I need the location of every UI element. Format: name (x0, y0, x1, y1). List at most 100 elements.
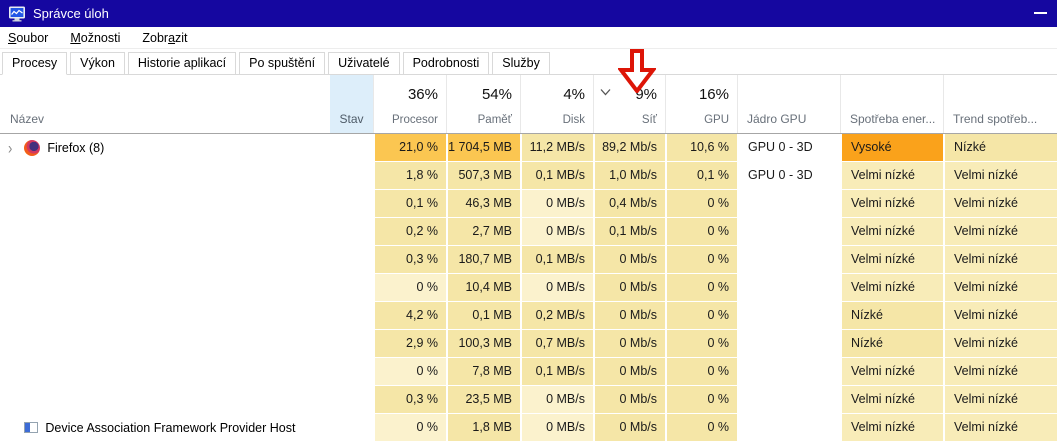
network-cell: 0,4 Mb/s (593, 190, 665, 217)
tab-procesy[interactable]: Procesy (2, 52, 67, 75)
table-row[interactable]: › 0,1 % 46,3 MB 0 MB/s 0,4 Mb/s 0 % Velm… (0, 190, 1057, 218)
column-header-jadro-gpu[interactable]: Jádro GPU (737, 75, 840, 133)
memory-cell: 2,7 MB (446, 218, 520, 245)
column-header-trend-spotreby[interactable]: Trend spotřeb... (943, 75, 1057, 133)
power-usage-cell: Velmi nízké (840, 246, 943, 273)
status-cell (330, 134, 373, 161)
gpu-total-percent: 16% (699, 87, 729, 102)
name-cell: › (0, 218, 330, 245)
column-header-pamet[interactable]: 54% Paměť (446, 75, 520, 133)
network-cell: 0,1 Mb/s (593, 218, 665, 245)
menu-zobrazit[interactable]: Zobrazit (142, 31, 187, 45)
cpu-cell: 0 % (373, 414, 446, 441)
power-usage-cell: Nízké (840, 302, 943, 329)
expand-chevron-icon[interactable]: › (8, 138, 12, 158)
column-header-procesor[interactable]: 36% Procesor (373, 75, 446, 133)
gpu-cell: 0,1 % (665, 162, 737, 189)
table-row[interactable]: › 0 % 10,4 MB 0 MB/s 0 Mb/s 0 % Velmi ní… (0, 274, 1057, 302)
table-row[interactable]: › 4,2 % 0,1 MB 0,2 MB/s 0 Mb/s 0 % Nízké… (0, 302, 1057, 330)
minimize-button[interactable] (1034, 12, 1047, 14)
task-manager-icon (8, 6, 26, 22)
process-icon (24, 140, 40, 156)
process-icon (24, 422, 38, 433)
table-row[interactable]: › 2,9 % 100,3 MB 0,7 MB/s 0 Mb/s 0 % Níz… (0, 330, 1057, 358)
gpu-cell: 0 % (665, 218, 737, 245)
tab-vykon[interactable]: Výkon (70, 52, 125, 75)
disk-cell: 0 MB/s (520, 218, 593, 245)
status-cell (330, 190, 373, 217)
disk-cell: 0 MB/s (520, 386, 593, 413)
gpu-engine-cell (737, 274, 840, 301)
tab-po-spusteni[interactable]: Po spuštění (239, 52, 325, 75)
cpu-cell: 0 % (373, 358, 446, 385)
column-header-nazev[interactable]: Název (0, 75, 330, 133)
network-cell: 0 Mb/s (593, 330, 665, 357)
status-cell (330, 302, 373, 329)
status-cell (330, 218, 373, 245)
power-usage-cell: Velmi nízké (840, 358, 943, 385)
column-header-gpu[interactable]: 16% GPU (665, 75, 737, 133)
power-usage-trend-cell: Velmi nízké (943, 162, 1057, 189)
power-usage-trend-cell: Velmi nízké (943, 358, 1057, 385)
name-cell: › (0, 274, 330, 301)
network-cell: 1,0 Mb/s (593, 162, 665, 189)
disk-cell: 0,1 MB/s (520, 162, 593, 189)
disk-cell: 0,1 MB/s (520, 358, 593, 385)
status-cell (330, 274, 373, 301)
network-cell: 89,2 Mb/s (593, 134, 665, 161)
table-row[interactable]: › 0 % 7,8 MB 0,1 MB/s 0 Mb/s 0 % Velmi n… (0, 358, 1057, 386)
cpu-cell: 0,2 % (373, 218, 446, 245)
power-usage-cell: Velmi nízké (840, 274, 943, 301)
power-usage-cell: Velmi nízké (840, 162, 943, 189)
status-cell (330, 358, 373, 385)
menu-soubor[interactable]: Soubor (8, 31, 48, 45)
gpu-engine-cell (737, 330, 840, 357)
cpu-cell: 21,0 % (373, 134, 446, 161)
name-cell: › (0, 190, 330, 217)
gpu-cell: 0 % (665, 302, 737, 329)
column-header-disk[interactable]: 4% Disk (520, 75, 593, 133)
name-cell: › (0, 330, 330, 357)
column-header-stav[interactable]: Stav (330, 75, 373, 133)
table-row[interactable]: › 0,2 % 2,7 MB 0 MB/s 0,1 Mb/s 0 % Velmi… (0, 218, 1057, 246)
disk-total-percent: 4% (563, 87, 585, 102)
table-row[interactable]: › 1,8 % 507,3 MB 0,1 MB/s 1,0 Mb/s 0,1 %… (0, 162, 1057, 190)
table-row[interactable]: › 0,3 % 180,7 MB 0,1 MB/s 0 Mb/s 0 % Vel… (0, 246, 1057, 274)
memory-cell: 0,1 MB (446, 302, 520, 329)
column-header-spotreba-energie[interactable]: Spotřeba ener... (840, 75, 943, 133)
tab-uzivatele[interactable]: Uživatelé (328, 52, 399, 75)
titlebar[interactable]: Správce úloh (0, 0, 1057, 27)
network-cell: 0 Mb/s (593, 358, 665, 385)
name-cell: › Device Association Framework Provider … (0, 414, 330, 441)
power-usage-trend-cell: Velmi nízké (943, 274, 1057, 301)
cpu-cell: 2,9 % (373, 330, 446, 357)
name-cell: › (0, 246, 330, 273)
memory-cell: 507,3 MB (446, 162, 520, 189)
name-cell: › (0, 302, 330, 329)
gpu-cell: 0 % (665, 386, 737, 413)
table-row[interactable]: › 0,3 % 23,5 MB 0 MB/s 0 Mb/s 0 % Velmi … (0, 386, 1057, 414)
table-row[interactable]: › Firefox (8) 21,0 % 1 704,5 MB 11,2 MB/… (0, 134, 1057, 162)
tab-sluzby[interactable]: Služby (492, 52, 550, 75)
name-cell: › (0, 358, 330, 385)
network-cell: 0 Mb/s (593, 414, 665, 441)
task-manager-window: Správce úloh Soubor Možnosti Zobrazit Pr… (0, 0, 1057, 444)
network-cell: 0 Mb/s (593, 274, 665, 301)
memory-cell: 46,3 MB (446, 190, 520, 217)
name-cell: › (0, 162, 330, 189)
name-cell: › (0, 386, 330, 413)
table-row[interactable]: › Device Association Framework Provider … (0, 414, 1057, 442)
process-name: Firefox (8) (47, 141, 104, 155)
network-cell: 0 Mb/s (593, 246, 665, 273)
tab-bar: Procesy Výkon Historie aplikací Po spušt… (0, 49, 1057, 75)
status-cell (330, 330, 373, 357)
cpu-total-percent: 36% (408, 87, 438, 102)
tab-podrobnosti[interactable]: Podrobnosti (403, 52, 490, 75)
power-usage-cell: Velmi nízké (840, 190, 943, 217)
process-name: Device Association Framework Provider Ho… (45, 421, 295, 435)
window-title: Správce úloh (33, 6, 109, 21)
gpu-engine-cell (737, 358, 840, 385)
power-usage-cell: Velmi nízké (840, 414, 943, 441)
tab-historie-aplikaci[interactable]: Historie aplikací (128, 52, 236, 75)
menu-moznosti[interactable]: Možnosti (70, 31, 120, 45)
